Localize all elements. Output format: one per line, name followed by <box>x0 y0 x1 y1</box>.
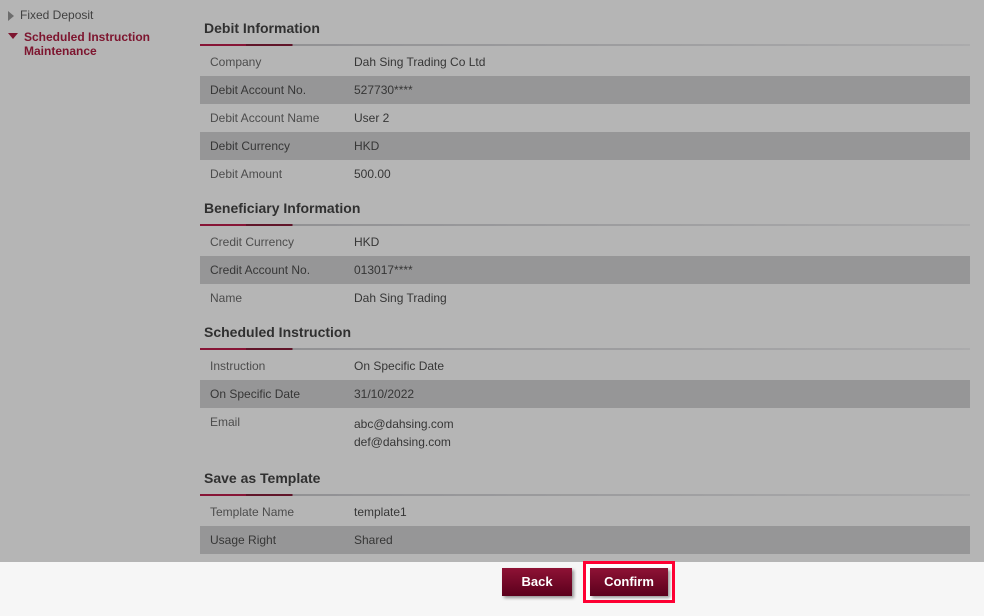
row-debit-amount: Debit Amount500.00 <box>200 160 970 188</box>
section-save-as-template: Save as Template Template Nametemplate1 … <box>200 464 970 554</box>
field-value: Dah Sing Trading Co Ltd <box>350 48 970 76</box>
section-scheduled-instruction: Scheduled Instruction InstructionOn Spec… <box>200 318 970 458</box>
button-bar: Back Confirm <box>200 554 970 596</box>
field-label: Name <box>200 284 350 312</box>
sidebar-item-fixed-deposit[interactable]: Fixed Deposit <box>6 6 184 28</box>
section-title: Debit Information <box>200 14 970 44</box>
row-instruction: InstructionOn Specific Date <box>200 352 970 380</box>
field-label: Email <box>200 408 350 458</box>
section-divider <box>200 348 970 350</box>
row-email: Email abc@dahsing.com def@dahsing.com <box>200 408 970 458</box>
chevron-down-icon <box>8 33 18 39</box>
sidebar-item-scheduled-instruction[interactable]: Scheduled Instruction Maintenance <box>6 28 184 64</box>
section-debit-information: Debit Information CompanyDah Sing Tradin… <box>200 14 970 188</box>
field-value: 013017**** <box>350 256 970 284</box>
row-specific-date: On Specific Date31/10/2022 <box>200 380 970 408</box>
field-label: Template Name <box>200 498 350 526</box>
field-value: Shared <box>350 526 970 554</box>
section-divider <box>200 44 970 46</box>
email-line: abc@dahsing.com <box>354 415 962 433</box>
section-beneficiary-information: Beneficiary Information Credit CurrencyH… <box>200 194 970 312</box>
section-divider <box>200 494 970 496</box>
sidebar: Fixed Deposit Scheduled Instruction Main… <box>0 0 188 616</box>
field-value: 500.00 <box>350 160 970 188</box>
row-credit-currency: Credit CurrencyHKD <box>200 228 970 256</box>
field-value: 527730**** <box>350 76 970 104</box>
field-label: Credit Currency <box>200 228 350 256</box>
confirm-button[interactable]: Confirm <box>590 568 668 596</box>
section-title: Scheduled Instruction <box>200 318 970 348</box>
row-company: CompanyDah Sing Trading Co Ltd <box>200 48 970 76</box>
field-label: Instruction <box>200 352 350 380</box>
chevron-right-icon <box>8 11 14 21</box>
section-divider <box>200 224 970 226</box>
row-credit-account-no: Credit Account No.013017**** <box>200 256 970 284</box>
sidebar-item-label: Scheduled Instruction Maintenance <box>24 30 182 58</box>
field-value: HKD <box>350 228 970 256</box>
field-label: Credit Account No. <box>200 256 350 284</box>
row-debit-account-name: Debit Account NameUser 2 <box>200 104 970 132</box>
section-title: Beneficiary Information <box>200 194 970 224</box>
field-value: abc@dahsing.com def@dahsing.com <box>350 408 970 458</box>
field-value: User 2 <box>350 104 970 132</box>
field-label: Debit Account No. <box>200 76 350 104</box>
sidebar-item-label: Fixed Deposit <box>20 8 93 22</box>
row-debit-account-no: Debit Account No.527730**** <box>200 76 970 104</box>
field-label: Usage Right <box>200 526 350 554</box>
field-value: 31/10/2022 <box>350 380 970 408</box>
field-label: Debit Account Name <box>200 104 350 132</box>
row-beneficiary-name: NameDah Sing Trading <box>200 284 970 312</box>
field-label: Company <box>200 48 350 76</box>
field-label: On Specific Date <box>200 380 350 408</box>
field-value: Dah Sing Trading <box>350 284 970 312</box>
field-label: Debit Amount <box>200 160 350 188</box>
field-value: HKD <box>350 132 970 160</box>
field-label: Debit Currency <box>200 132 350 160</box>
row-usage-right: Usage RightShared <box>200 526 970 554</box>
row-template-name: Template Nametemplate1 <box>200 498 970 526</box>
main-content: Debit Information CompanyDah Sing Tradin… <box>188 0 984 616</box>
row-debit-currency: Debit CurrencyHKD <box>200 132 970 160</box>
section-title: Save as Template <box>200 464 970 494</box>
email-line: def@dahsing.com <box>354 433 962 451</box>
field-value: template1 <box>350 498 970 526</box>
back-button[interactable]: Back <box>502 568 572 596</box>
confirm-highlight-wrap: Confirm <box>590 568 668 596</box>
field-value: On Specific Date <box>350 352 970 380</box>
